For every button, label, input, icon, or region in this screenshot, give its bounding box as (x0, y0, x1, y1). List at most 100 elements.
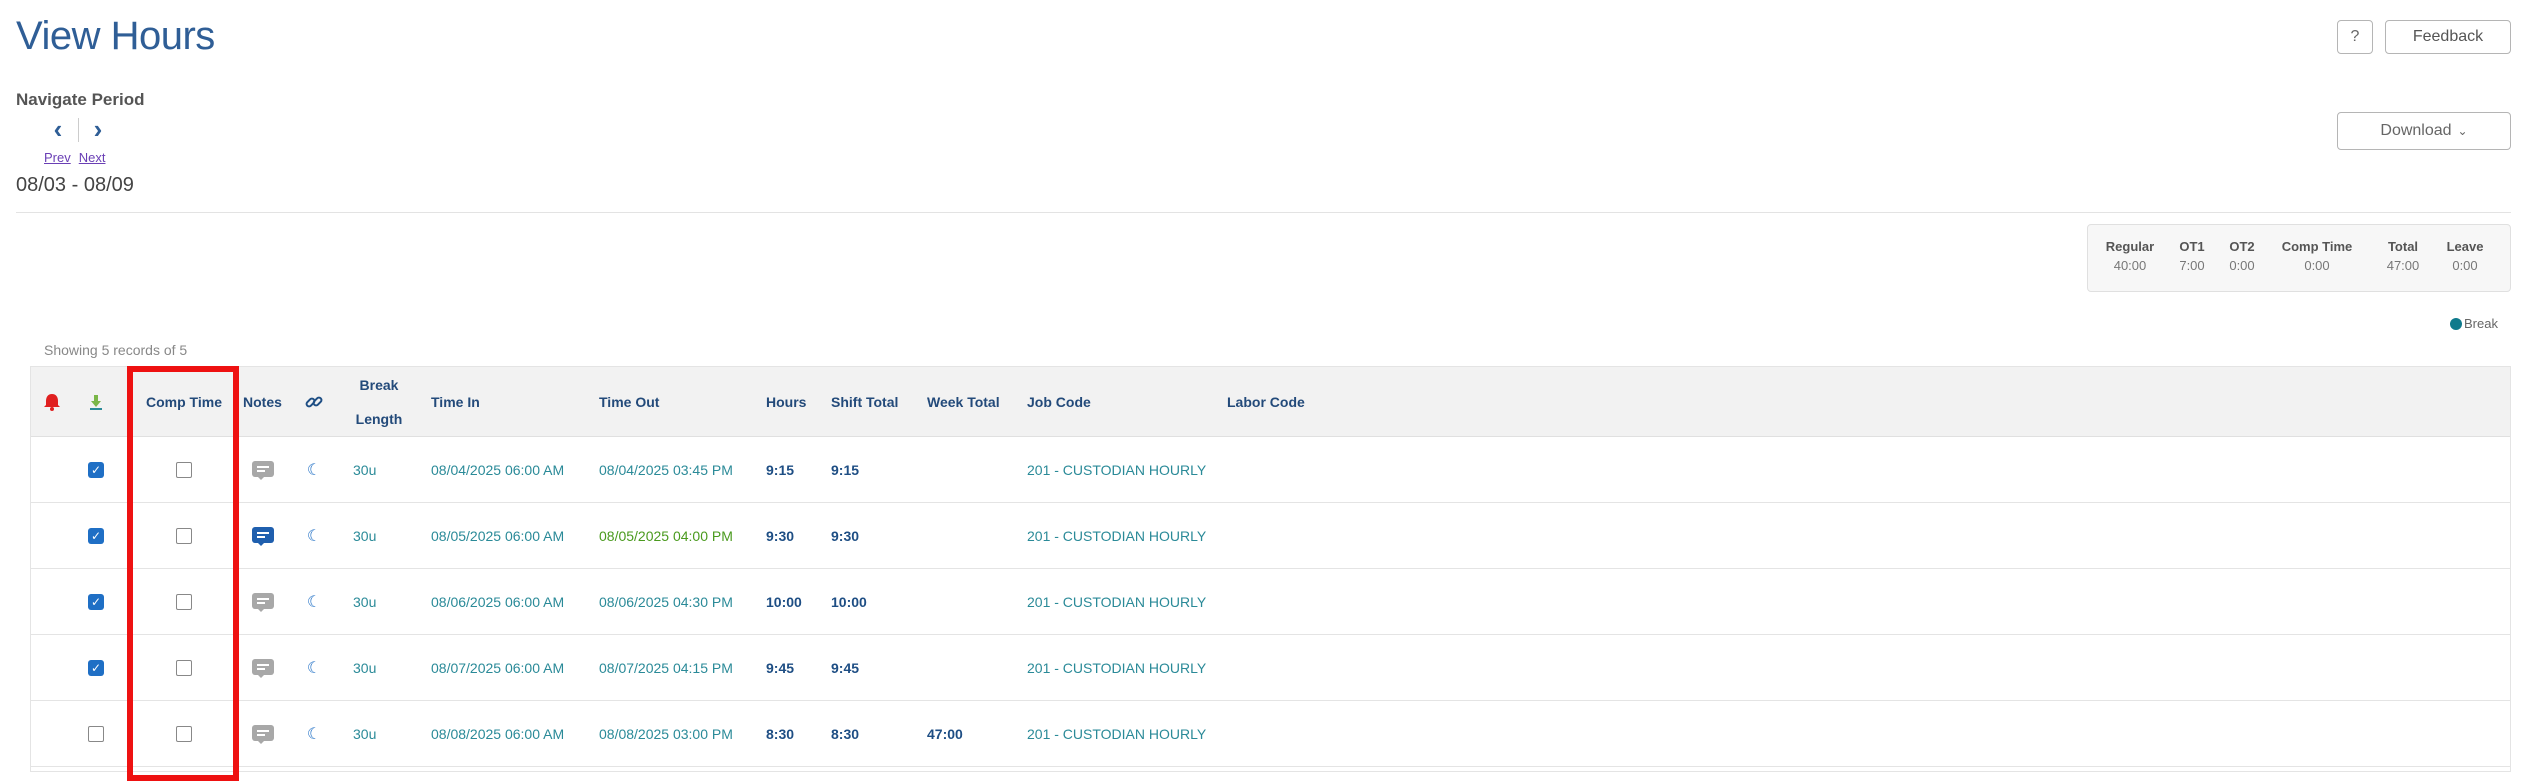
hours-value: 9:15 (766, 462, 795, 478)
summary-label: Total (2387, 239, 2419, 254)
break-length: 30u (353, 594, 377, 610)
job-code-value[interactable]: 201 - CUSTODIAN HOURLY (1027, 503, 1247, 569)
summary-value: 0:00 (2229, 258, 2255, 273)
notes-cell[interactable] (243, 437, 283, 503)
note-icon[interactable] (252, 659, 274, 678)
note-icon[interactable] (252, 593, 274, 612)
approve-checkbox[interactable]: ✓ (88, 462, 104, 478)
comp-time-cell[interactable] (131, 569, 237, 635)
break-moon-icon[interactable]: ☾ (307, 526, 321, 546)
summary-ot1: OT1 7:00 (2172, 239, 2212, 273)
records-count: Showing 5 records of 5 (44, 342, 188, 358)
comp-time-cell[interactable] (131, 437, 237, 503)
break-length: 30u (353, 660, 377, 676)
approval-header (83, 367, 109, 437)
note-icon[interactable] (252, 527, 274, 546)
labor-code-header: Labor Code (1227, 394, 1305, 410)
labor-code-value[interactable] (1227, 635, 1427, 701)
approve-cell[interactable]: ✓ (83, 437, 109, 503)
approve-cell[interactable] (83, 701, 109, 767)
job-code-value[interactable]: 201 - CUSTODIAN HOURLY (1027, 569, 1247, 635)
time-out[interactable]: 08/07/2025 04:15 PM (599, 635, 759, 701)
job-code-value[interactable]: 201 - CUSTODIAN HOURLY (1027, 437, 1247, 503)
approve-checkbox[interactable]: ✓ (88, 528, 104, 544)
break-moon-icon[interactable]: ☾ (307, 658, 321, 678)
break-moon-icon[interactable]: ☾ (307, 724, 321, 744)
summary-label: OT1 (2179, 239, 2205, 254)
break-length: 30u (353, 462, 377, 478)
time-out[interactable]: 08/08/2025 03:00 PM (599, 701, 759, 767)
table-row[interactable]: ✓ ☾ 30u 08/07/2025 06:00 AM 08/07/2025 0… (31, 635, 2510, 701)
comp-time-cell[interactable] (131, 701, 237, 767)
navigate-period-label: Navigate Period (16, 90, 145, 109)
table-row[interactable]: ☾ 30u 08/08/2025 06:00 AM 08/08/2025 03:… (31, 701, 2510, 767)
summary-value: 0:00 (2304, 258, 2330, 273)
notes-cell[interactable] (243, 635, 283, 701)
chevron-left-icon[interactable]: ‹ (46, 116, 70, 142)
approve-checkbox[interactable]: ✓ (88, 660, 104, 676)
prev-link[interactable]: Prev (44, 150, 71, 165)
approve-cell[interactable]: ✓ (83, 569, 109, 635)
time-in[interactable]: 08/04/2025 06:00 AM (431, 437, 591, 503)
link-cell[interactable]: ☾ (301, 635, 327, 701)
comp-time-checkbox[interactable] (176, 462, 192, 478)
time-in[interactable]: 08/05/2025 06:00 AM (431, 503, 591, 569)
time-in[interactable]: 08/06/2025 06:00 AM (431, 569, 591, 635)
table-row[interactable]: ✓ ☾ 30u 08/04/2025 06:00 AM 08/04/2025 0… (31, 437, 2510, 503)
approve-cell[interactable]: ✓ (83, 503, 109, 569)
time-in[interactable]: 08/08/2025 06:00 AM (431, 701, 591, 767)
time-out[interactable]: 08/05/2025 04:00 PM (599, 503, 759, 569)
download-button[interactable]: Download ⌄ (2337, 112, 2511, 150)
labor-code-value[interactable] (1227, 503, 1427, 569)
link-header (301, 367, 327, 437)
comp-time-checkbox[interactable] (176, 660, 192, 676)
job-code-value[interactable]: 201 - CUSTODIAN HOURLY (1027, 701, 1247, 767)
note-icon[interactable] (252, 725, 274, 744)
link-cell[interactable]: ☾ (301, 701, 327, 767)
comp-time-checkbox[interactable] (176, 594, 192, 610)
break-moon-icon[interactable]: ☾ (307, 592, 321, 612)
week-total-value: 47:00 (927, 726, 963, 742)
labor-code-value[interactable] (1227, 569, 1427, 635)
notes-cell[interactable] (243, 503, 283, 569)
link-cell[interactable]: ☾ (301, 503, 327, 569)
labor-code-value[interactable] (1227, 437, 1427, 503)
comp-time-checkbox[interactable] (176, 528, 192, 544)
job-code-value[interactable]: 201 - CUSTODIAN HOURLY (1027, 635, 1247, 701)
notes-cell[interactable] (243, 701, 283, 767)
table-row[interactable]: ✓ ☾ 30u 08/05/2025 06:00 AM 08/05/2025 0… (31, 503, 2510, 569)
time-out[interactable]: 08/06/2025 04:30 PM (599, 569, 759, 635)
comp-time-checkbox[interactable] (176, 726, 192, 742)
break-moon-icon[interactable]: ☾ (307, 460, 321, 480)
hours-value: 8:30 (766, 726, 795, 742)
note-icon[interactable] (252, 461, 274, 480)
comp-time-cell[interactable] (131, 503, 237, 569)
table-row[interactable]: ✓ ☾ 30u 08/06/2025 06:00 AM 08/06/2025 0… (31, 569, 2510, 635)
hours-summary: Regular 40:00 OT1 7:00 OT2 0:00 Comp Tim… (2087, 224, 2511, 292)
period-links: Prev Next (44, 150, 113, 165)
chevron-right-icon[interactable]: › (86, 116, 110, 142)
labor-code-value[interactable] (1227, 701, 1427, 767)
summary-leave: Leave 0:00 (2440, 239, 2490, 273)
link-cell[interactable]: ☾ (301, 569, 327, 635)
approve-cell[interactable]: ✓ (83, 635, 109, 701)
approve-checkbox[interactable]: ✓ (88, 594, 104, 610)
comp-time-cell[interactable] (131, 635, 237, 701)
feedback-button[interactable]: Feedback (2385, 20, 2511, 54)
week-total-value (927, 437, 1017, 503)
time-out[interactable]: 08/04/2025 03:45 PM (599, 437, 759, 503)
approve-checkbox[interactable] (88, 726, 104, 742)
time-in[interactable]: 08/07/2025 06:00 AM (431, 635, 591, 701)
period-arrows: ‹ › (46, 116, 116, 146)
shift-total-value: 9:15 (831, 462, 860, 478)
period-range: 08/03 - 08/09 (16, 174, 134, 196)
next-link[interactable]: Next (79, 150, 106, 165)
summary-label: Regular (2105, 239, 2155, 254)
notes-cell[interactable] (243, 569, 283, 635)
week-total-value (927, 569, 1017, 635)
break-legend-dot (2450, 318, 2462, 330)
link-cell[interactable]: ☾ (301, 437, 327, 503)
break-length: 30u (353, 528, 377, 544)
help-button[interactable]: ? (2337, 20, 2373, 54)
chevron-down-icon: ⌄ (2457, 124, 2468, 138)
